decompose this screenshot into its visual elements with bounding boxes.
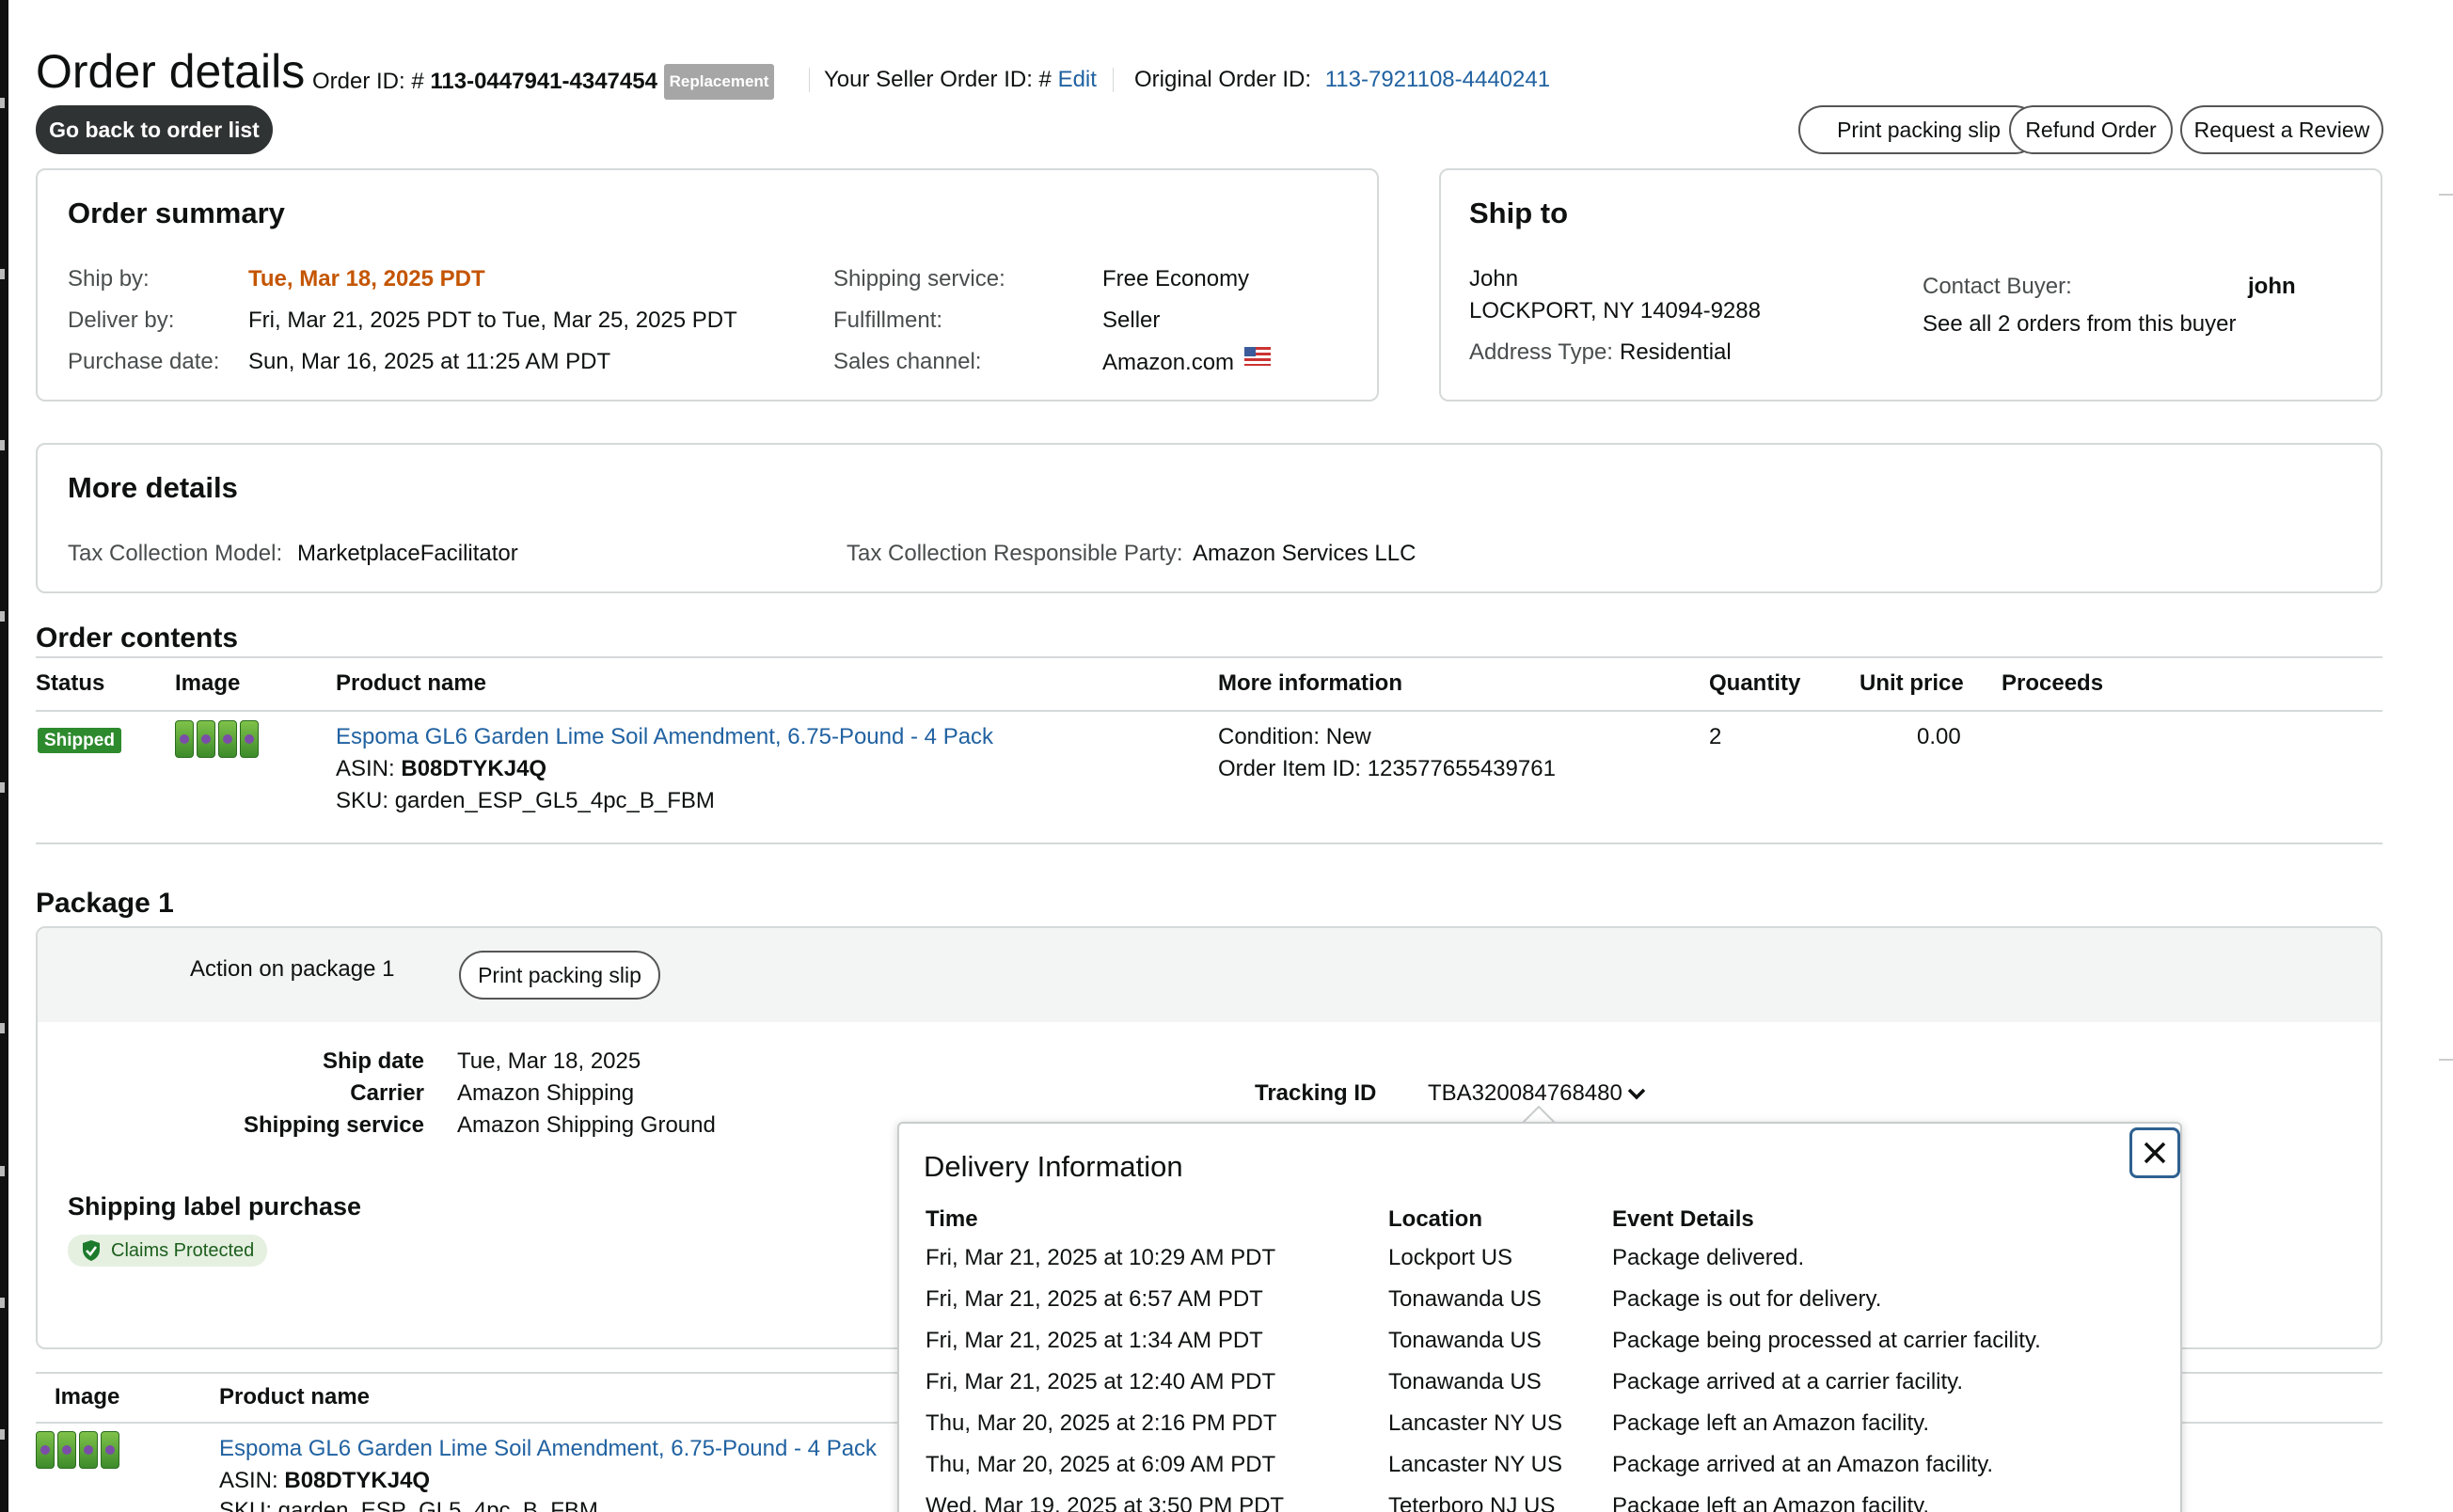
ship-by-value: Tue, Mar 18, 2025 PDT bbox=[248, 266, 485, 291]
col-product-name: Product name bbox=[219, 1384, 371, 1410]
shipping-service-label: Shipping service bbox=[243, 1112, 424, 1138]
order-summary-card: Order summary Ship by: Tue, Mar 18, 2025… bbox=[36, 168, 1379, 402]
address-type-value: Residential bbox=[1620, 339, 1732, 365]
col-status: Status bbox=[36, 670, 105, 696]
shipping-service-value: Amazon Shipping Ground bbox=[457, 1112, 716, 1138]
quantity-value: 2 bbox=[1709, 724, 1722, 749]
product-image[interactable] bbox=[36, 1431, 119, 1469]
more-details-card: More details Tax Collection Model: Marke… bbox=[36, 443, 2382, 593]
contact-buyer-label: Contact Buyer: bbox=[1923, 274, 2072, 299]
buyer-name: John bbox=[1469, 266, 1519, 291]
col-location: Location bbox=[1388, 1206, 1482, 1232]
asin: ASIN: B08DTYKJ4Q bbox=[219, 1468, 431, 1493]
claims-protected-badge: Claims Protected bbox=[68, 1235, 268, 1267]
col-unit-price: Unit price bbox=[1860, 670, 1964, 696]
tracking-id-label: Tracking ID bbox=[1255, 1080, 1377, 1106]
status-badge: Shipped bbox=[38, 728, 121, 753]
divider bbox=[36, 656, 2382, 658]
purchase-date-value: Sun, Mar 16, 2025 at 11:25 AM PDT bbox=[248, 349, 611, 374]
sku: SKU: garden_ESP_GL5_4pc_B_FBM bbox=[219, 1498, 598, 1512]
order-summary-title: Order summary bbox=[68, 197, 285, 229]
scroll-tick bbox=[2439, 194, 2453, 196]
ship-date-label: Ship date bbox=[322, 1048, 424, 1074]
window-edge bbox=[0, 0, 8, 1512]
refund-order-button[interactable]: Refund Order bbox=[2009, 105, 2173, 154]
col-quantity: Quantity bbox=[1709, 670, 1801, 696]
order-contents-title: Order contents bbox=[36, 622, 239, 654]
col-more-info: More information bbox=[1218, 670, 1402, 696]
shipping-label-purchase-title: Shipping label purchase bbox=[68, 1192, 362, 1221]
sku: SKU: garden_ESP_GL5_4pc_B_FBM bbox=[336, 788, 715, 813]
original-order-link[interactable]: 113-7921108-4440241 bbox=[1325, 67, 1550, 92]
order-id-value: 113-0447941-4347454 bbox=[430, 69, 657, 94]
unit-price-value: 0.00 bbox=[1917, 724, 1961, 749]
contact-buyer-link[interactable]: john bbox=[2248, 272, 2296, 302]
us-flag-icon bbox=[1243, 347, 1271, 366]
chevron-down-icon bbox=[1627, 1088, 1646, 1100]
divider bbox=[1113, 68, 1114, 92]
package-action-label: Action on package 1 bbox=[190, 956, 395, 982]
tax-model-value: MarketplaceFacilitator bbox=[297, 541, 518, 566]
sales-channel-value: Amazon.com bbox=[1102, 347, 1271, 378]
shipping-service-value: Free Economy bbox=[1102, 266, 1250, 291]
close-icon bbox=[2144, 1142, 2166, 1164]
request-review-button[interactable]: Request a Review bbox=[2180, 105, 2383, 154]
tax-party-label: Tax Collection Responsible Party: bbox=[847, 541, 1183, 566]
col-product-name: Product name bbox=[336, 670, 487, 696]
fulfillment-value: Seller bbox=[1102, 307, 1161, 333]
ship-to-card: Ship to John LOCKPORT, NY 14094-9288 Add… bbox=[1439, 168, 2382, 402]
condition: Condition: New bbox=[1218, 724, 1371, 749]
shield-check-icon bbox=[83, 1240, 100, 1261]
more-details-title: More details bbox=[68, 471, 238, 504]
divider bbox=[36, 843, 2382, 844]
seller-order-id: Your Seller Order ID: # Edit bbox=[824, 67, 1097, 92]
col-time: Time bbox=[926, 1206, 978, 1232]
page-title: Order details bbox=[36, 45, 306, 98]
sales-channel-label: Sales channel: bbox=[833, 349, 982, 374]
divider bbox=[36, 710, 2382, 712]
carrier-value: Amazon Shipping bbox=[457, 1080, 635, 1106]
product-link[interactable]: Espoma GL6 Garden Lime Soil Amendment, 6… bbox=[219, 1433, 877, 1465]
purchase-date-label: Purchase date: bbox=[68, 349, 220, 374]
order-id: Order ID: # 113-0447941-4347454 Replacem… bbox=[312, 64, 775, 100]
popup-caret bbox=[1522, 1105, 1556, 1124]
col-image: Image bbox=[55, 1384, 120, 1410]
deliver-by-value: Fri, Mar 21, 2025 PDT to Tue, Mar 25, 20… bbox=[248, 307, 737, 333]
ship-to-title: Ship to bbox=[1469, 197, 1569, 229]
tax-model-label: Tax Collection Model: bbox=[68, 541, 283, 566]
close-popup-button[interactable] bbox=[2129, 1127, 2180, 1178]
product-image[interactable] bbox=[175, 720, 259, 758]
product-link[interactable]: Espoma GL6 Garden Lime Soil Amendment, 6… bbox=[336, 721, 993, 753]
table-row: Shipped bbox=[38, 726, 121, 753]
ship-date-value: Tue, Mar 18, 2025 bbox=[457, 1048, 641, 1074]
order-item-id: Order Item ID: 123577655439761 bbox=[1218, 756, 1556, 781]
package-title: Package 1 bbox=[36, 888, 174, 919]
tax-party-value: Amazon Services LLC bbox=[1193, 541, 1416, 566]
address-type-label: Address Type: bbox=[1469, 339, 1613, 365]
replacement-badge: Replacement bbox=[663, 64, 775, 100]
ship-by-label: Ship by: bbox=[68, 266, 150, 291]
deliver-by-label: Deliver by: bbox=[68, 307, 175, 333]
original-order-id: Original Order ID: 113-7921108-4440241 bbox=[1134, 67, 1551, 92]
col-proceeds: Proceeds bbox=[2002, 670, 2104, 696]
back-to-order-list-button[interactable]: Go back to order list bbox=[36, 105, 273, 154]
scroll-tick bbox=[2439, 1059, 2453, 1061]
fulfillment-label: Fulfillment: bbox=[833, 307, 943, 333]
carrier-label: Carrier bbox=[350, 1080, 424, 1106]
shipping-service-label: Shipping service: bbox=[833, 266, 1005, 291]
print-packing-slip-button[interactable]: Print packing slip bbox=[1798, 105, 2039, 154]
edit-seller-order-link[interactable]: Edit bbox=[1058, 67, 1097, 92]
buyer-address: LOCKPORT, NY 14094-9288 bbox=[1469, 298, 1761, 323]
delivery-information-popup: Delivery Information Time Location Event… bbox=[897, 1122, 2182, 1512]
asin: ASIN: B08DTYKJ4Q bbox=[336, 756, 547, 781]
col-image: Image bbox=[175, 670, 241, 696]
delivery-title: Delivery Information bbox=[924, 1150, 1183, 1183]
see-all-orders-link[interactable]: See all 2 orders from this buyer bbox=[1923, 309, 2236, 339]
divider bbox=[809, 68, 810, 92]
package-print-slip-button[interactable]: Print packing slip bbox=[459, 951, 660, 1000]
col-event-details: Event Details bbox=[1612, 1206, 1754, 1232]
